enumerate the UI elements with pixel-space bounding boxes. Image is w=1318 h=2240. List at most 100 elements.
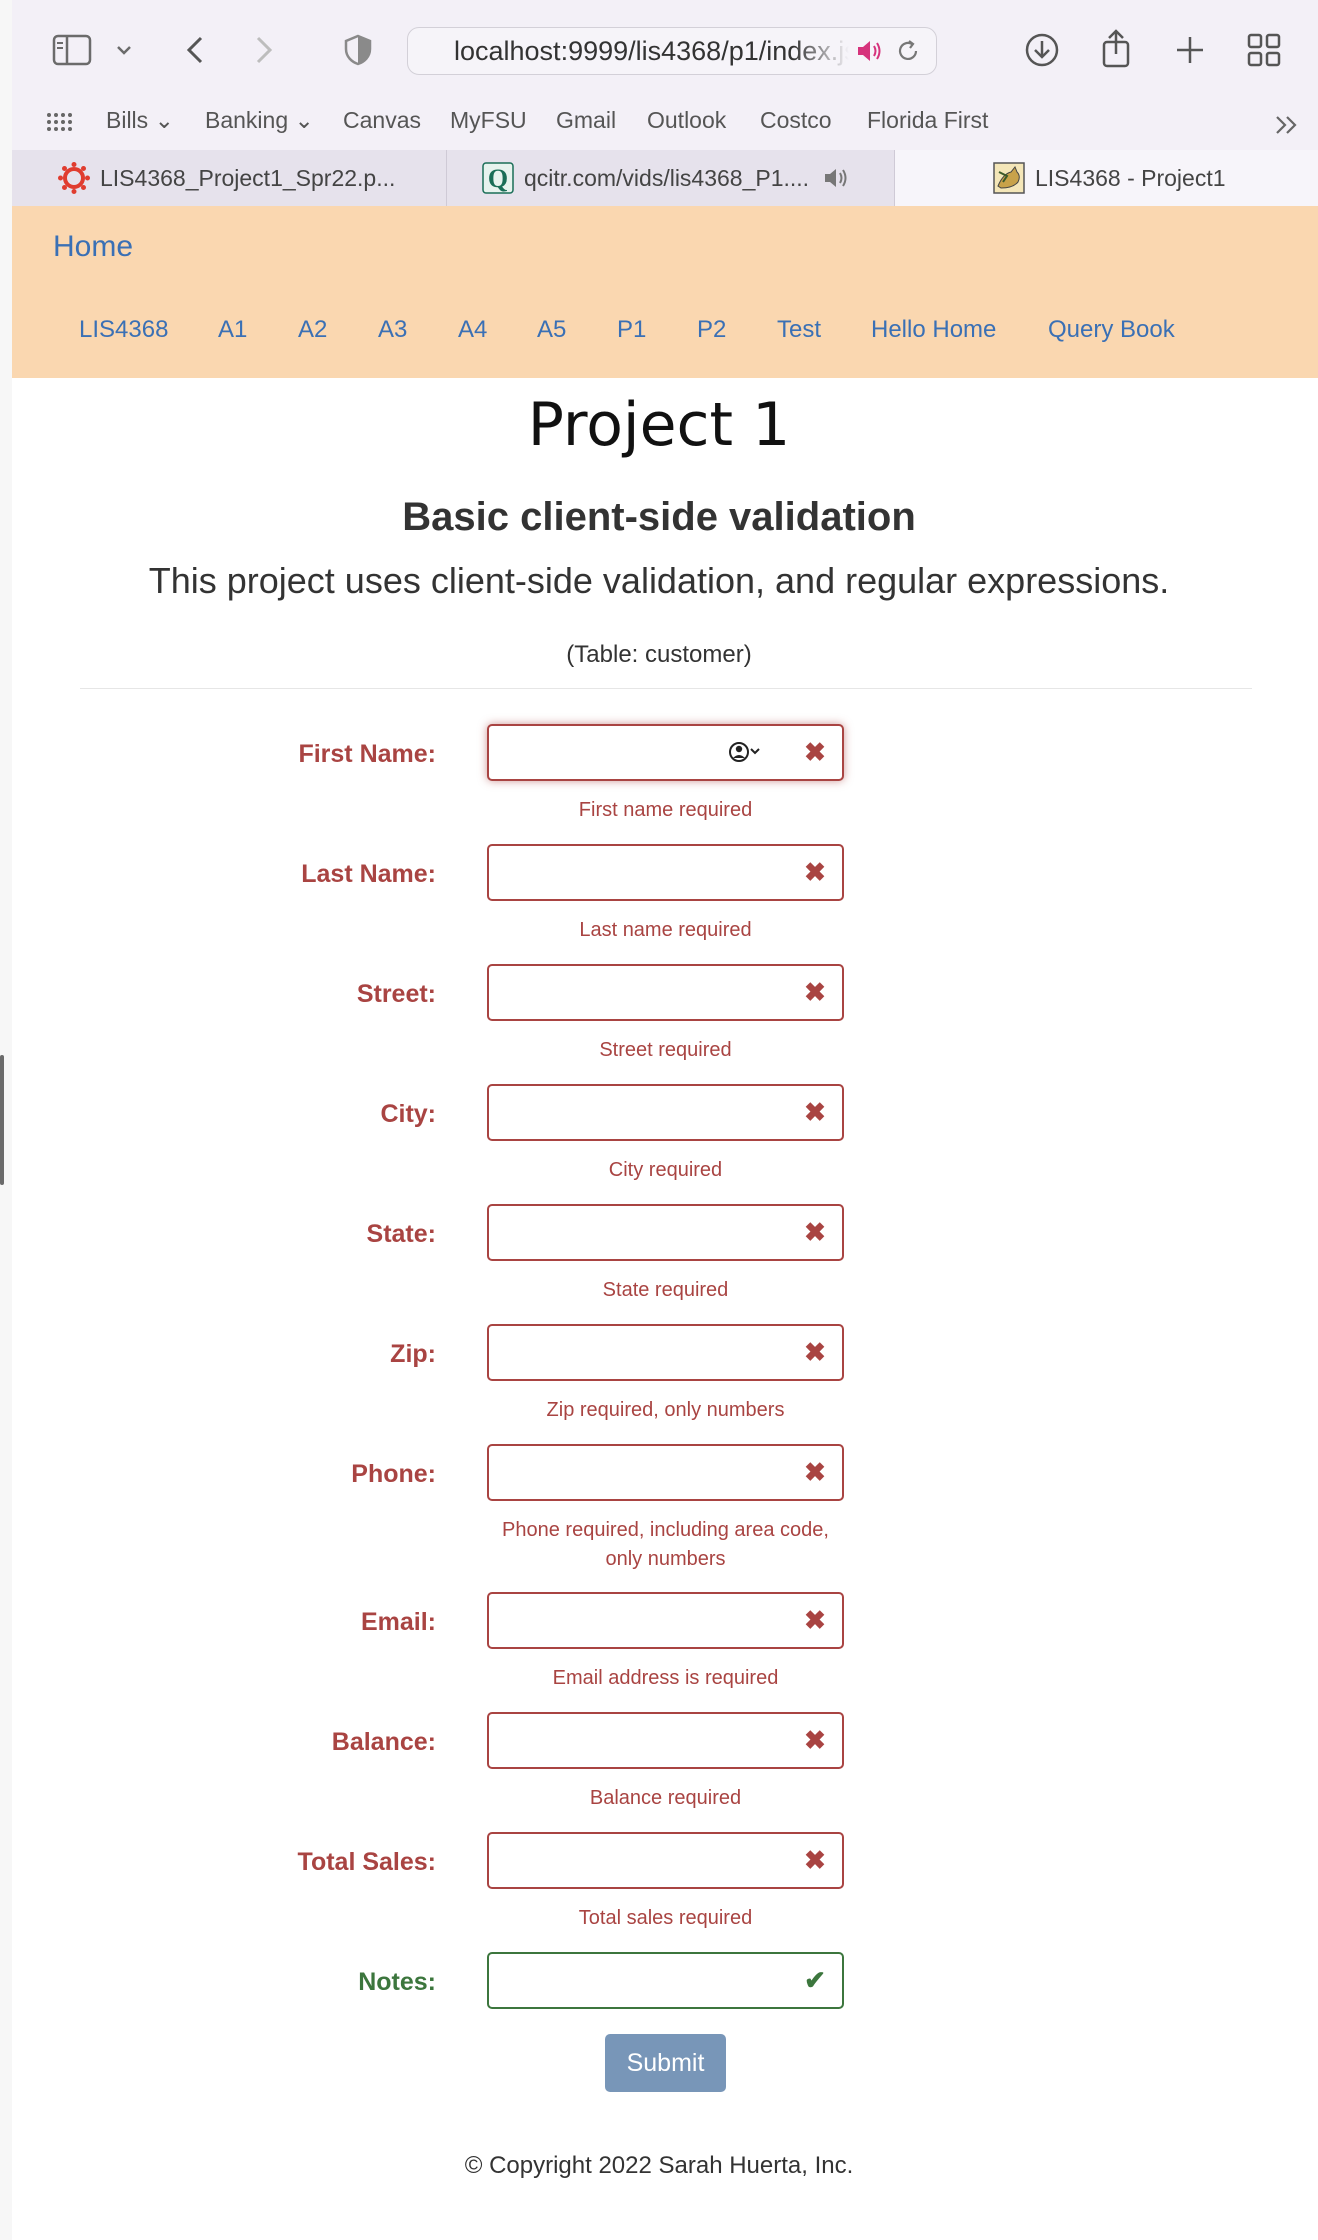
nav-link-a3[interactable]: A3 <box>378 316 407 344</box>
city-label: City: <box>380 1100 436 1128</box>
new-tab-icon[interactable] <box>1170 30 1210 70</box>
site-navbar: Home LIS4368 A1 A2 A3 A4 A5 P1 P2 Test H… <box>12 206 1318 378</box>
total-sales-label: Total Sales: <box>297 1848 436 1876</box>
bookmark-bills[interactable]: Bills ⌄ <box>106 107 174 134</box>
bookmark-banking[interactable]: Banking ⌄ <box>205 107 314 134</box>
notes-label: Notes: <box>358 1968 436 1996</box>
nav-link-p2[interactable]: P2 <box>697 316 726 344</box>
last-name-label: Last Name: <box>301 860 436 888</box>
url-text: localhost:9999/lis4368/p1/index.jsp <box>454 36 849 66</box>
error-cross-icon: ✖ <box>804 1216 826 1247</box>
phone-label: Phone: <box>351 1460 436 1488</box>
error-cross-icon: ✖ <box>804 1724 826 1755</box>
page-description: This project uses client-side validation… <box>148 560 1170 601</box>
balance-help: Balance required <box>589 1787 742 1809</box>
chevron-down-icon: ⌄ <box>294 107 314 133</box>
bookmark-costco[interactable]: Costco <box>760 107 832 134</box>
error-cross-icon: ✖ <box>804 1456 826 1487</box>
nav-link-query-book[interactable]: Query Book <box>1048 316 1175 344</box>
first-name-help: First name required <box>578 799 753 821</box>
reload-icon[interactable] <box>894 37 922 65</box>
nav-link-a2[interactable]: A2 <box>298 316 327 344</box>
zip-help: Zip required, only numbers <box>546 1399 785 1421</box>
bookmark-outlook[interactable]: Outlook <box>647 107 726 134</box>
more-bookmarks-icon[interactable] <box>1272 110 1302 140</box>
first-name-input[interactable] <box>487 724 844 781</box>
notes-input[interactable] <box>487 1952 844 2009</box>
email-label: Email: <box>360 1608 436 1636</box>
tab-audio-icon[interactable] <box>823 167 849 189</box>
resize-handle[interactable] <box>0 1055 4 1185</box>
error-cross-icon: ✖ <box>804 1336 826 1367</box>
state-help: State required <box>602 1279 729 1301</box>
nav-link-p1[interactable]: P1 <box>617 316 646 344</box>
tab-label: LIS4368 - Project1 <box>1035 164 1226 191</box>
sidebar-toggle-icon[interactable] <box>50 32 94 68</box>
street-help: Street required <box>599 1039 732 1061</box>
total-sales-input[interactable] <box>487 1832 844 1889</box>
tab-project-pdf[interactable]: LIS4368_Project1_Spr22.p... <box>12 150 447 206</box>
last-name-input[interactable] <box>487 844 844 901</box>
nav-link-lis4368[interactable]: LIS4368 <box>79 316 168 344</box>
tab-project1[interactable]: LIS4368 - Project1 <box>895 150 1318 206</box>
autofill-contact-icon[interactable] <box>728 740 764 764</box>
page-subtitle: Basic client-side validation <box>402 495 916 539</box>
error-cross-icon: ✖ <box>804 1844 826 1875</box>
page-title: Project 1 <box>527 390 791 460</box>
table-note: (Table: customer) <box>566 641 752 668</box>
svg-text:Q: Q <box>488 164 508 193</box>
error-cross-icon: ✖ <box>804 1096 826 1127</box>
audio-playing-icon[interactable] <box>854 37 884 65</box>
back-icon[interactable] <box>180 30 210 70</box>
privacy-shield-icon[interactable] <box>342 32 374 68</box>
city-help: City required <box>608 1159 723 1181</box>
share-icon[interactable] <box>1096 26 1136 70</box>
state-label: State: <box>366 1220 436 1248</box>
error-cross-icon: ✖ <box>804 976 826 1007</box>
nav-link-a4[interactable]: A4 <box>458 316 487 344</box>
state-input[interactable] <box>487 1204 844 1261</box>
zip-input[interactable] <box>487 1324 844 1381</box>
email-input[interactable] <box>487 1592 844 1649</box>
submit-button[interactable]: Submit <box>605 2034 726 2092</box>
tab-label: LIS4368_Project1_Spr22.p... <box>100 164 396 191</box>
bookmark-florida-first[interactable]: Florida First <box>867 107 988 134</box>
phone-input[interactable] <box>487 1444 844 1501</box>
success-check-icon: ✔ <box>804 1964 826 1995</box>
navbar-brand-home[interactable]: Home <box>53 230 133 264</box>
nav-link-a1[interactable]: A1 <box>218 316 247 344</box>
bookmark-canvas[interactable]: Canvas <box>343 107 421 134</box>
chevron-down-icon[interactable] <box>114 38 134 62</box>
tab-bar: LIS4368_Project1_Spr22.p... Q qcitr.com/… <box>12 150 1318 206</box>
city-input[interactable] <box>487 1084 844 1141</box>
tab-qcitr-video[interactable]: Q qcitr.com/vids/lis4368_P1.... <box>447 150 895 206</box>
first-name-label: First Name: <box>298 740 436 768</box>
bookmark-gmail[interactable]: Gmail <box>556 107 616 134</box>
qcitr-logo-icon: Q <box>482 162 514 194</box>
downloads-icon[interactable] <box>1022 30 1062 70</box>
total-sales-help: Total sales required <box>578 1907 753 1929</box>
bookmarks-bar: Bills ⌄ Banking ⌄ Canvas MyFSU Gmail Out… <box>12 100 1318 150</box>
zip-label: Zip: <box>390 1340 436 1368</box>
divider <box>80 688 1252 689</box>
address-bar[interactable]: localhost:9999/lis4368/p1/index.jsp <box>407 27 937 75</box>
footer-copyright: © Copyright 2022 Sarah Huerta, Inc. <box>464 2152 854 2179</box>
nav-link-hello-home[interactable]: Hello Home <box>871 316 996 344</box>
email-help: Email address is required <box>552 1667 779 1689</box>
error-cross-icon: ✖ <box>804 736 826 767</box>
tomcat-logo-icon <box>993 162 1025 194</box>
nav-link-a5[interactable]: A5 <box>537 316 566 344</box>
error-cross-icon: ✖ <box>804 856 826 887</box>
forward-icon[interactable] <box>249 30 279 70</box>
canvas-logo-icon <box>58 162 90 194</box>
balance-input[interactable] <box>487 1712 844 1769</box>
nav-link-test[interactable]: Test <box>777 316 821 344</box>
street-input[interactable] <box>487 964 844 1021</box>
apps-grid-icon[interactable] <box>44 110 74 140</box>
street-label: Street: <box>356 980 436 1008</box>
bookmark-myfsu[interactable]: MyFSU <box>450 107 527 134</box>
phone-help: Phone required, including area code, onl… <box>502 1519 829 1570</box>
last-name-help: Last name required <box>579 919 752 941</box>
tab-overview-icon[interactable] <box>1244 30 1284 70</box>
error-cross-icon: ✖ <box>804 1604 826 1635</box>
